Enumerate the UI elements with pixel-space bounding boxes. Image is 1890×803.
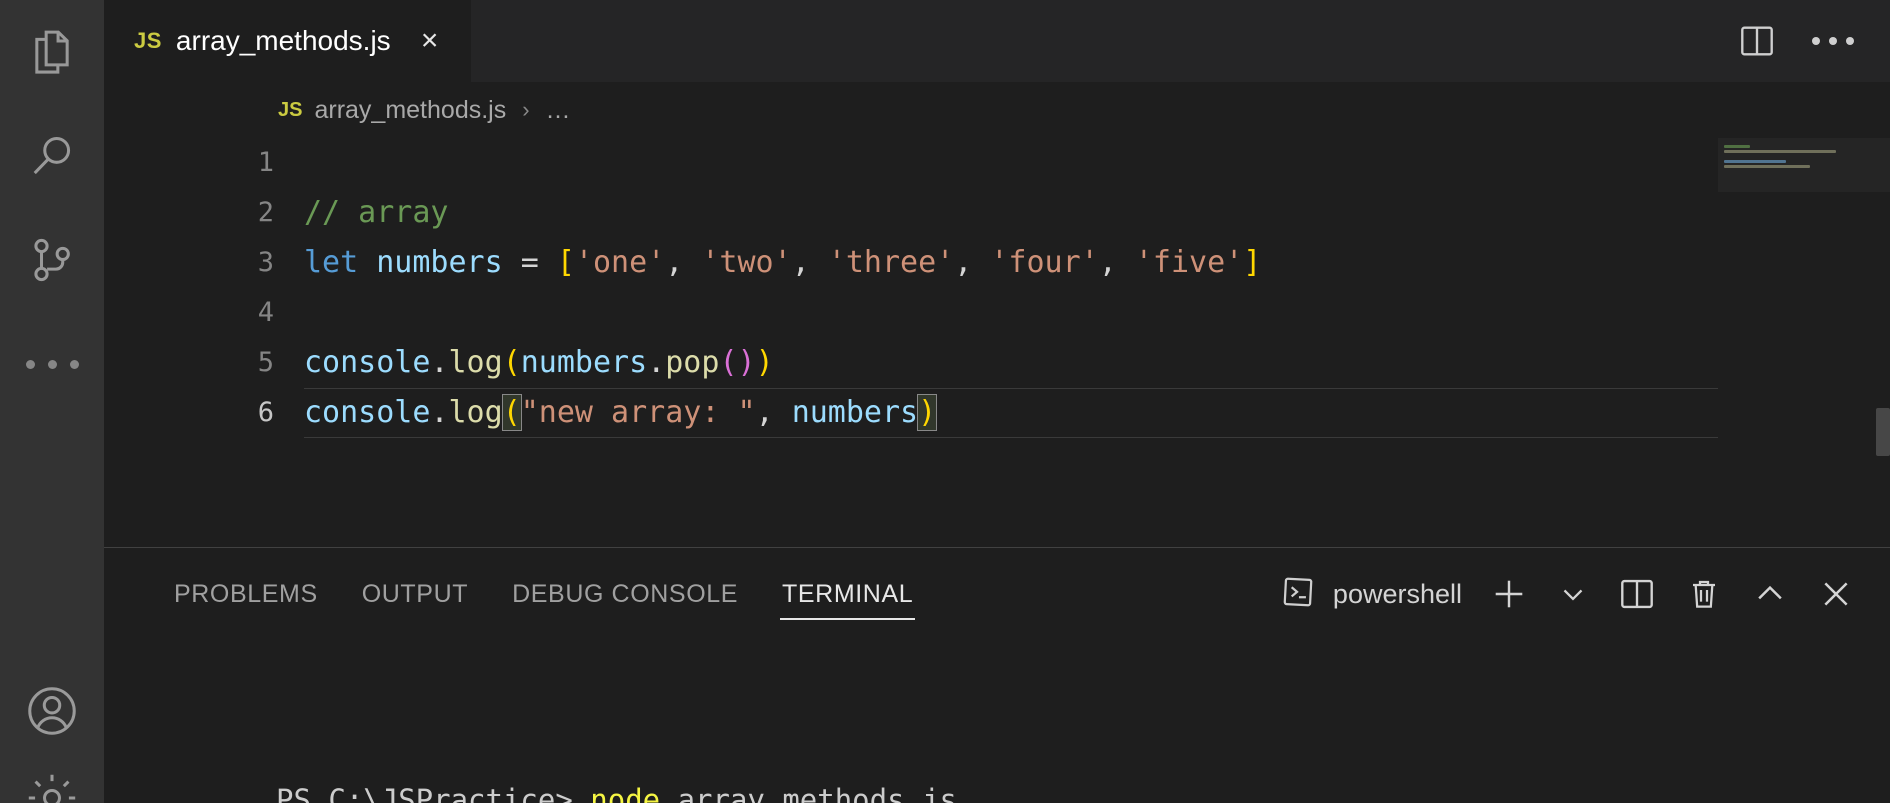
panel-tabs: PROBLEMS OUTPUT DEBUG CONSOLE TERMINAL	[152, 548, 935, 640]
terminal-icon	[1279, 573, 1317, 616]
line-number: 6	[257, 397, 274, 428]
line-content-5[interactable]: console.log(numbers.pop())	[304, 338, 774, 388]
tab-array-methods-js[interactable]: JS array_methods.js ×	[104, 0, 471, 82]
breadcrumb: JS array_methods.js › …	[104, 82, 1890, 138]
tab-label: array_methods.js	[175, 25, 391, 56]
activity-bar-item-more[interactable]	[0, 312, 104, 416]
terminal-line-prompt-command: PS C:\JSPractice> node array_methods.js	[276, 783, 957, 803]
more-actions-icon[interactable]	[1812, 37, 1854, 45]
plus-icon[interactable]	[1488, 573, 1530, 615]
terminal-shell-name: powershell	[1332, 578, 1462, 609]
split-terminal-icon[interactable]	[1616, 573, 1658, 615]
activity-bar-item-source-control[interactable]	[0, 208, 104, 312]
tab-problems[interactable]: PROBLEMS	[152, 548, 340, 640]
activity-bar-bottom	[0, 659, 104, 803]
chevron-down-icon[interactable]	[1556, 577, 1590, 611]
panel-header: PROBLEMS OUTPUT DEBUG CONSOLE TERMINAL p…	[104, 548, 1890, 640]
account-icon	[23, 682, 81, 740]
minimap-slider[interactable]	[1718, 138, 1890, 192]
vscode-window: JS array_methods.js × JS array_methods.j…	[0, 0, 1890, 803]
line-content-3[interactable]: let numbers = ['one', 'two', 'three', 'f…	[304, 238, 1261, 288]
tab-bar: JS array_methods.js ×	[104, 0, 1890, 82]
line-content-6[interactable]: console.log("new array: ", numbers)	[304, 388, 938, 438]
breadcrumb-overflow[interactable]: …	[546, 96, 571, 125]
code-line-4: 4	[104, 288, 1890, 338]
trash-icon[interactable]	[1684, 574, 1724, 614]
line-content-2[interactable]: // array	[304, 188, 449, 238]
split-editor-icon[interactable]	[1736, 20, 1778, 62]
editor-actions	[1736, 0, 1890, 82]
breadcrumb-separator-icon: ›	[522, 97, 530, 122]
tab-output[interactable]: OUTPUT	[340, 548, 490, 640]
files-icon	[24, 24, 80, 80]
ellipsis-icon	[1812, 37, 1854, 45]
activity-bar-item-search[interactable]	[0, 104, 104, 208]
tab-debug-console[interactable]: DEBUG CONSOLE	[490, 548, 760, 640]
search-icon	[24, 128, 80, 184]
panel-actions: powershell	[1279, 573, 1890, 616]
breadcrumb-file[interactable]: array_methods.js	[314, 96, 506, 125]
editor-area: JS array_methods.js × JS array_methods.j…	[104, 0, 1890, 803]
chevron-up-icon[interactable]	[1750, 574, 1790, 614]
editor-scrollbar[interactable]	[1876, 408, 1890, 456]
code-editor[interactable]: 1 2 // array 3 let numbers = ['one', 'tw…	[104, 138, 1890, 547]
line-number: 4	[257, 297, 274, 328]
code-line-5: 5 console.log(numbers.pop())	[104, 338, 1890, 388]
tab-terminal[interactable]: TERMINAL	[760, 548, 935, 640]
js-file-icon: JS	[278, 98, 303, 121]
code-lines: 1 2 // array 3 let numbers = ['one', 'tw…	[104, 138, 1890, 547]
line-number: 5	[257, 347, 274, 378]
minimap[interactable]	[1718, 138, 1890, 547]
activity-bar-item-accounts[interactable]	[0, 659, 104, 763]
close-icon[interactable]	[1816, 574, 1856, 614]
activity-bar-item-settings[interactable]	[0, 763, 104, 803]
activity-bar	[0, 0, 104, 803]
code-line-6: 6 console.log("new array: ", numbers)	[104, 388, 1890, 438]
code-line-1: 1	[104, 138, 1890, 188]
close-icon[interactable]: ×	[413, 26, 447, 56]
line-number: 3	[257, 247, 274, 278]
line-number: 2	[257, 197, 274, 228]
source-control-icon	[24, 232, 80, 288]
line-number: 1	[257, 147, 274, 178]
bottom-panel: PROBLEMS OUTPUT DEBUG CONSOLE TERMINAL p…	[104, 547, 1890, 803]
activity-bar-item-explorer[interactable]	[0, 0, 104, 104]
js-file-icon: JS	[134, 28, 162, 53]
code-line-3: 3 let numbers = ['one', 'two', 'three', …	[104, 238, 1890, 288]
gear-icon	[23, 769, 81, 803]
ellipsis-icon	[25, 359, 79, 369]
terminal-tab-powershell[interactable]: powershell	[1279, 573, 1462, 616]
code-line-2: 2 // array	[104, 188, 1890, 238]
terminal-output[interactable]: PS C:\JSPractice> node array_methods.js …	[104, 640, 1890, 803]
